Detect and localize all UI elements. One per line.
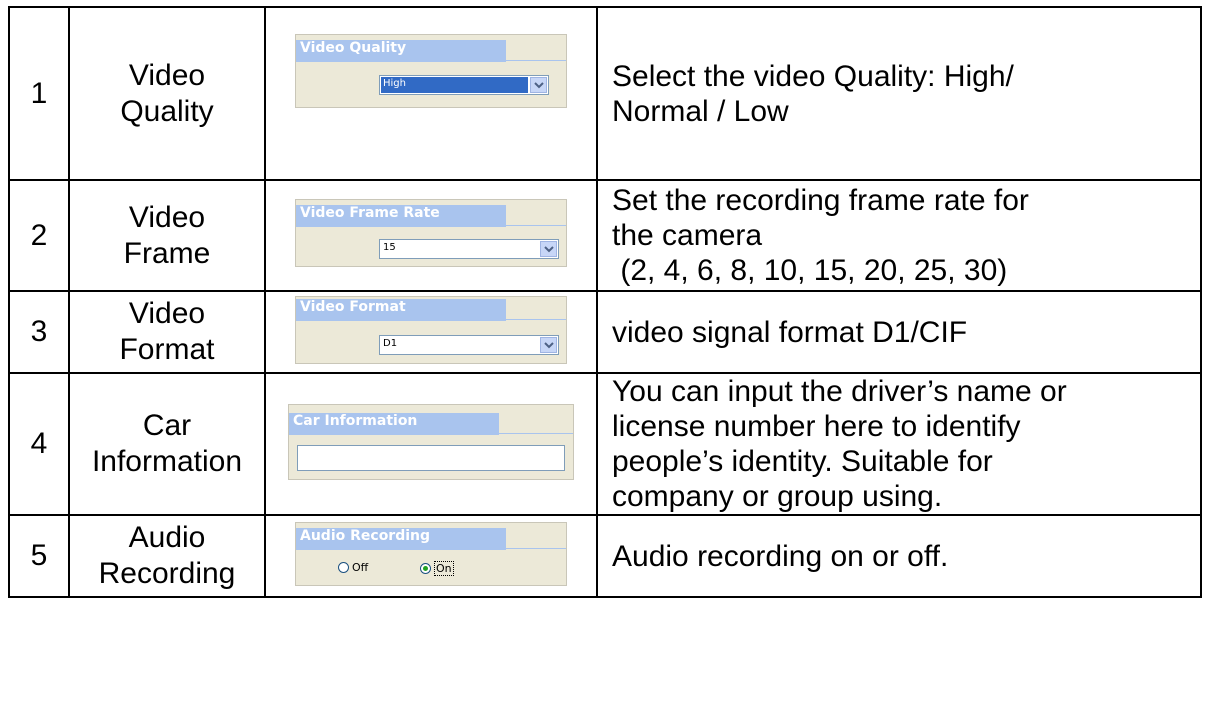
audio-off-radio[interactable]: Off [338, 561, 368, 574]
row-number: 1 [8, 6, 70, 181]
setting-name-line: Car [142, 409, 192, 442]
radio-label: On [434, 560, 454, 576]
select-value: High [383, 78, 406, 89]
setting-description: Audio recording on or off. [596, 514, 1202, 598]
chevron-down-icon [544, 341, 554, 348]
panel-header-label: Audio Recording [300, 527, 431, 544]
car-information-panel: Car Information [288, 403, 574, 480]
video-quality-panel: Video Quality High [295, 34, 567, 108]
row-number: 2 [8, 179, 70, 292]
setting-screenshot: Car Information [264, 372, 598, 516]
description-line: license number here to identify [612, 410, 1021, 443]
audio-recording-panel: Audio Recording Off On [295, 521, 567, 586]
radio-button-icon [420, 562, 431, 574]
setting-name: Video Quality [68, 6, 266, 181]
description-line: Set the recording frame rate for [612, 184, 1029, 217]
setting-screenshot: Video Format D1 [264, 290, 598, 374]
setting-name-line: Recording [98, 557, 236, 590]
radio-button-icon [338, 561, 349, 573]
setting-name-line: Quality [120, 94, 214, 128]
setting-name: Video Format [68, 290, 266, 374]
video-quality-select[interactable]: High [379, 75, 549, 95]
setting-name: Video Frame [68, 179, 266, 292]
setting-name-line: Frame [123, 236, 211, 270]
setting-screenshot: Audio Recording Off On [264, 514, 598, 598]
dropdown-button[interactable] [540, 336, 557, 353]
video-format-select[interactable]: D1 [379, 334, 559, 355]
setting-name: Audio Recording [68, 514, 266, 598]
description-line: the camera [612, 219, 763, 252]
table-row: 2 Video Frame Video Frame Rate 15 Set th… [8, 179, 1202, 292]
setting-name: Car Information [68, 372, 266, 516]
setting-description: You can input the driver’s name or licen… [596, 372, 1202, 516]
dropdown-button[interactable] [530, 77, 547, 93]
table-row: 1 Video Quality Video Quality High Selec… [8, 6, 1202, 181]
description-line: people’s identity. Suitable for [612, 445, 993, 478]
panel-header-label: Video Frame Rate [300, 205, 440, 221]
panel-header-label: Car Information [293, 412, 418, 429]
description-line: company or group using. [612, 480, 943, 513]
row-number: 4 [8, 372, 70, 516]
panel-header-label: Video Format [300, 298, 406, 315]
radio-label: Off [352, 560, 369, 574]
video-format-panel: Video Format D1 [295, 295, 567, 364]
car-information-input[interactable] [297, 444, 565, 471]
table-row: 3 Video Format Video Format D1 video sig… [8, 290, 1202, 374]
panel-header-label: Video Quality [300, 40, 407, 56]
setting-name-line: Video [128, 58, 206, 92]
dropdown-button[interactable] [540, 241, 557, 257]
frame-rate-select[interactable]: 15 [379, 239, 559, 259]
description-line: Select the video Quality: High/ [612, 59, 1014, 93]
setting-name-line: Information [91, 445, 243, 478]
setting-description: Select the video Quality: High/ Normal /… [596, 6, 1202, 181]
video-frame-rate-panel: Video Frame Rate 15 [295, 199, 567, 267]
description-line: (2, 4, 6, 8, 10, 15, 20, 25, 30) [612, 254, 1008, 287]
description-line: video signal format D1/CIF [612, 315, 968, 349]
setting-name-line: Video [128, 200, 206, 234]
description-line: Audio recording on or off. [612, 539, 949, 573]
chevron-down-icon [544, 246, 554, 253]
setting-description: video signal format D1/CIF [596, 290, 1202, 374]
description-line: Normal / Low [612, 94, 789, 128]
setting-name-line: Audio [128, 521, 206, 554]
description-line: You can input the driver’s name or [612, 375, 1067, 408]
chevron-down-icon [534, 82, 544, 89]
setting-screenshot: Video Frame Rate 15 [264, 179, 598, 292]
audio-on-radio[interactable]: On [420, 560, 454, 576]
select-value: D1 [383, 337, 398, 349]
row-number: 5 [8, 514, 70, 598]
select-value: 15 [383, 242, 396, 253]
row-number: 3 [8, 290, 70, 374]
setting-description: Set the recording frame rate for the cam… [596, 179, 1202, 292]
setting-screenshot: Video Quality High [264, 6, 598, 181]
table-row: 4 Car Information Car Information You ca… [8, 372, 1202, 516]
setting-name-line: Format [119, 333, 215, 366]
settings-table: 1 Video Quality Video Quality High Selec… [8, 6, 1202, 598]
setting-name-line: Video [128, 297, 206, 330]
table-row: 5 Audio Recording Audio Recording Off On [8, 514, 1202, 598]
